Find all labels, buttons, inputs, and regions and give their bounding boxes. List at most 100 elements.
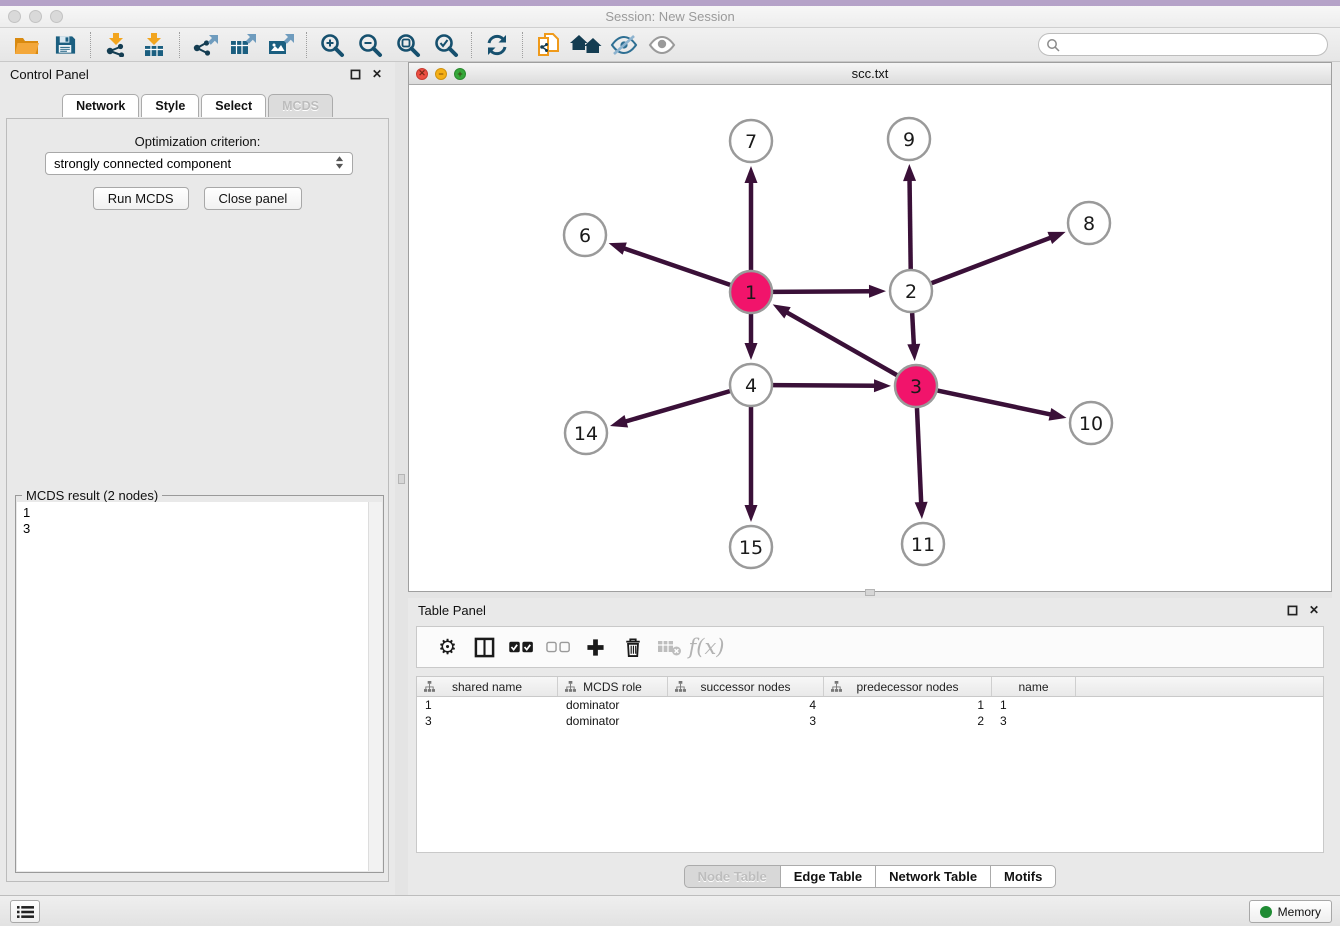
tab-node-table[interactable]: Node Table xyxy=(684,865,780,888)
column-header-predecessor-nodes[interactable]: predecessor nodes xyxy=(824,677,992,696)
edge-arrowhead xyxy=(903,164,916,181)
mcds-result-text[interactable]: 1 3 xyxy=(17,502,368,871)
control-panel: Control Panel ✕ Network Style Select MCD… xyxy=(0,62,395,895)
zoom-out-button[interactable] xyxy=(351,30,389,60)
table-row[interactable]: 3dominator323 xyxy=(417,713,1323,729)
export-image-icon xyxy=(268,32,295,57)
table-cell: dominator xyxy=(558,698,668,712)
run-mcds-button[interactable]: Run MCDS xyxy=(93,187,189,210)
delete-table-button[interactable] xyxy=(651,630,688,664)
eye-icon xyxy=(648,34,676,56)
table-toolbar: ⚙ f(x) xyxy=(416,626,1324,668)
eye-slash-icon xyxy=(610,34,638,56)
search-box[interactable] xyxy=(1038,33,1328,56)
graph-edge-2-8[interactable] xyxy=(932,237,1053,283)
splitter-handle[interactable] xyxy=(398,474,405,484)
graph-edge-3-1[interactable] xyxy=(785,311,897,375)
toggle-columns-button[interactable] xyxy=(466,630,503,664)
splitter-handle[interactable] xyxy=(865,589,875,596)
graph-edge-3-11[interactable] xyxy=(917,408,921,505)
add-column-button[interactable] xyxy=(577,630,614,664)
export-table-icon xyxy=(230,32,257,57)
tab-mcds[interactable]: MCDS xyxy=(268,94,333,117)
graph-edge-4-3[interactable] xyxy=(773,385,877,386)
search-input[interactable] xyxy=(1060,36,1327,54)
dropdown-stepper-icon xyxy=(335,155,344,173)
home-icon xyxy=(570,34,602,56)
graph-edge-2-9[interactable] xyxy=(910,178,911,269)
tab-edge-table[interactable]: Edge Table xyxy=(780,865,875,888)
graph-edge-1-2[interactable] xyxy=(773,291,872,292)
graph-node-label: 3 xyxy=(910,376,922,398)
edge-arrowhead xyxy=(773,304,791,318)
tab-network[interactable]: Network xyxy=(62,94,139,117)
save-session-button[interactable] xyxy=(46,30,84,60)
criterion-dropdown[interactable]: strongly connected component xyxy=(45,152,353,175)
refresh-layout-button[interactable] xyxy=(478,30,516,60)
graph-edge-1-6[interactable] xyxy=(622,248,730,285)
import-table-icon xyxy=(142,32,167,57)
export-image-button[interactable] xyxy=(262,30,300,60)
float-panel-icon[interactable] xyxy=(347,66,363,82)
window-titlebar: Session: New Session xyxy=(0,6,1340,28)
toolbar-separator xyxy=(471,32,472,58)
graph-node-label: 7 xyxy=(745,131,757,153)
zoom-fit-button[interactable] xyxy=(389,30,427,60)
hide-details-button[interactable] xyxy=(605,30,643,60)
home-view-button[interactable] xyxy=(567,30,605,60)
search-icon xyxy=(1046,38,1060,52)
select-all-button[interactable] xyxy=(503,630,540,664)
delete-column-button[interactable] xyxy=(614,630,651,664)
copy-style-button[interactable] xyxy=(529,30,567,60)
zoom-selected-button[interactable] xyxy=(427,30,465,60)
show-details-button[interactable] xyxy=(643,30,681,60)
import-table-button[interactable] xyxy=(135,30,173,60)
graph-node-label: 11 xyxy=(911,534,935,556)
column-header-successor-nodes[interactable]: successor nodes xyxy=(668,677,824,696)
table-cell: dominator xyxy=(558,714,668,728)
graph-node-label: 8 xyxy=(1083,213,1095,235)
node-table[interactable]: shared nameMCDS rolesuccessor nodesprede… xyxy=(416,676,1324,853)
open-folder-icon xyxy=(14,34,40,56)
memory-button[interactable]: Memory xyxy=(1249,900,1332,923)
task-history-button[interactable] xyxy=(10,900,40,923)
network-graph[interactable]: 1234678910111415 xyxy=(409,85,1331,591)
criterion-value: strongly connected component xyxy=(54,156,231,171)
table-tabs: Node Table Edge Table Network Table Moti… xyxy=(408,865,1332,888)
table-settings-button[interactable]: ⚙ xyxy=(429,630,466,664)
column-header-shared-name[interactable]: shared name xyxy=(417,677,558,696)
network-canvas[interactable]: 1234678910111415 xyxy=(409,85,1331,591)
table-row[interactable]: 1dominator411 xyxy=(417,697,1323,713)
float-panel-icon[interactable] xyxy=(1284,602,1300,618)
import-network-button[interactable] xyxy=(97,30,135,60)
tab-select[interactable]: Select xyxy=(201,94,266,117)
vertical-splitter[interactable] xyxy=(395,62,408,895)
list-icon xyxy=(17,905,34,919)
zoom-in-button[interactable] xyxy=(313,30,351,60)
zoom-out-icon xyxy=(357,32,383,58)
tab-style[interactable]: Style xyxy=(141,94,199,117)
tab-motifs[interactable]: Motifs xyxy=(990,865,1056,888)
column-header-name[interactable]: name xyxy=(992,677,1076,696)
export-network-button[interactable] xyxy=(186,30,224,60)
edge-arrowhead xyxy=(745,166,758,183)
graph-edge-2-3[interactable] xyxy=(912,313,914,347)
graph-edge-4-14[interactable] xyxy=(623,391,729,422)
export-table-button[interactable] xyxy=(224,30,262,60)
mcds-result-scrollbar[interactable] xyxy=(368,502,382,871)
tab-network-table[interactable]: Network Table xyxy=(875,865,990,888)
column-header-MCDS-role[interactable]: MCDS role xyxy=(558,677,668,696)
control-panel-tabs: Network Style Select MCDS xyxy=(0,94,395,117)
zoom-selected-icon xyxy=(433,32,459,58)
close-panel-icon[interactable]: ✕ xyxy=(369,66,385,82)
table-panel: Table Panel ✕ ⚙ xyxy=(408,598,1332,895)
open-session-button[interactable] xyxy=(8,30,46,60)
graph-edge-3-10[interactable] xyxy=(938,391,1053,415)
function-builder-button[interactable]: f(x) xyxy=(688,630,725,664)
memory-status-icon xyxy=(1260,906,1272,918)
close-panel-icon[interactable]: ✕ xyxy=(1306,602,1322,618)
close-panel-button[interactable]: Close panel xyxy=(204,187,303,210)
control-panel-title: Control Panel xyxy=(10,67,89,82)
columns-icon xyxy=(474,637,495,658)
deselect-all-button[interactable] xyxy=(540,630,577,664)
